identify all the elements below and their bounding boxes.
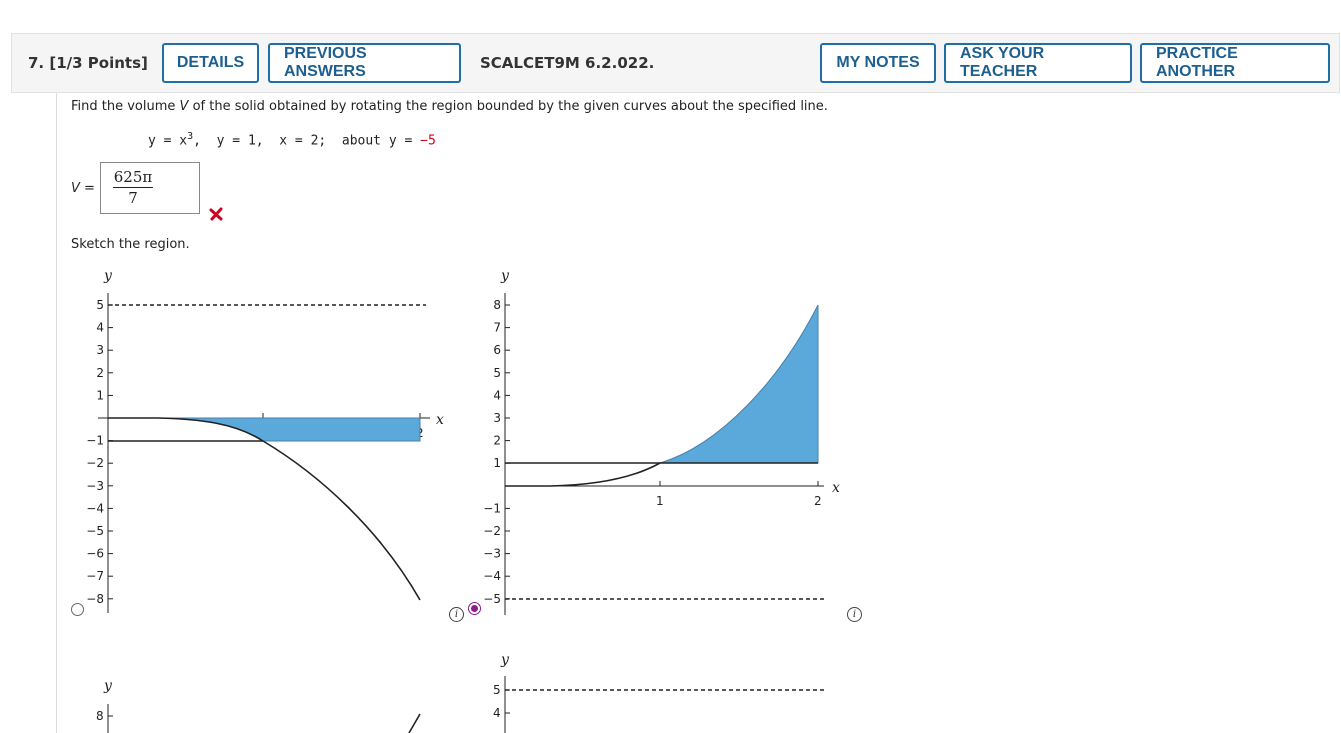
- graph-b-y-tick-label: 3: [493, 411, 501, 425]
- practice-another-button[interactable]: PRACTICE ANOTHER: [1140, 43, 1330, 83]
- answer-input[interactable]: 625π 7: [100, 162, 200, 214]
- graph-option-c: y 8: [96, 678, 421, 733]
- answer-label: V =: [71, 181, 95, 196]
- graph-b-y-tick-label: −5: [483, 592, 501, 606]
- graph-a-y-tick-label: 3: [96, 343, 104, 357]
- my-notes-button[interactable]: MY NOTES: [820, 43, 936, 83]
- graph-a-y-tick-label: −7: [86, 569, 104, 583]
- graph-b-x-tick: 2: [814, 494, 822, 508]
- graph-b-y-tick-label: 6: [493, 343, 501, 357]
- graph-a-radio[interactable]: [71, 603, 84, 616]
- ask-your-teacher-button[interactable]: ASK YOUR TEACHER: [944, 43, 1132, 83]
- graph-b-y-tick-label: 1: [493, 456, 501, 470]
- graph-c-y-tick: 8: [96, 709, 104, 723]
- graph-d-y-label: y: [500, 652, 510, 668]
- graph-a-y-tick-label: −8: [86, 592, 104, 606]
- graph-c-cubic-curve: [408, 713, 421, 733]
- graph-b-y-tick-label: −2: [483, 524, 501, 538]
- info-icon[interactable]: i: [847, 607, 862, 622]
- graph-b-y-tick-label: 2: [493, 434, 501, 448]
- answer-fraction: 625π 7: [113, 168, 153, 207]
- graph-a-y-tick-label: 5: [96, 298, 104, 312]
- graph-a-y-tick-label: 2: [96, 366, 104, 380]
- graph-a-cubic-curve: [108, 417, 421, 601]
- question-points: [1/3 Points]: [49, 54, 148, 72]
- graph-d-y-tick: 5: [493, 683, 501, 697]
- graph-a-x-label: x: [436, 412, 444, 428]
- graph-b-y-tick-label: 7: [493, 321, 501, 335]
- graph-b-y-tick-label: −4: [483, 569, 501, 583]
- graph-b-cubic-curve: [505, 462, 661, 487]
- x-mark-icon: [209, 207, 223, 221]
- answer-denominator: 7: [128, 189, 138, 207]
- question-number: 7.: [28, 54, 45, 72]
- graph-b-region: [659, 304, 819, 464]
- graph-a-y-ticks: 5 4 3 2 1 −1 −2 −3 −4 −5 −6 −7 −8: [86, 298, 113, 606]
- source-label: SCALCET9M 6.2.022.: [480, 54, 655, 72]
- graph-a-region: [108, 417, 421, 442]
- graph-c-y-label: y: [103, 678, 113, 694]
- graph-b-y-tick-label: 4: [493, 388, 501, 402]
- graph-b-y-ticks: 8 7 6 5 4 3 2 1 −1 −2 −3 −4 −5: [483, 298, 510, 606]
- graph-b-x-tick: 1: [656, 494, 664, 508]
- graph-a-y-label: y: [103, 268, 113, 284]
- graph-a-y-tick-label: −6: [86, 547, 104, 561]
- graph-b-y-tick-label: −1: [483, 501, 501, 515]
- graph-b-y-tick-label: −3: [483, 547, 501, 561]
- graph-b-y-label: y: [500, 268, 510, 284]
- graph-b-radio[interactable]: [468, 602, 481, 615]
- previous-answers-button[interactable]: PREVIOUS ANSWERS: [268, 43, 461, 83]
- graph-a-y-tick-label: 4: [96, 321, 104, 335]
- graph-a-y-tick-label: −4: [86, 501, 104, 515]
- info-icon[interactable]: i: [449, 607, 464, 622]
- graph-d-y-tick: 4: [493, 706, 501, 720]
- graph-option-d: y 5 4: [493, 652, 824, 733]
- graph-a-y-tick-label: −3: [86, 479, 104, 493]
- graph-a-y-tick-label: 1: [96, 388, 104, 402]
- question-header: 7. [1/3 Points] DETAILS PREVIOUS ANSWERS…: [11, 33, 1340, 93]
- graph-a-y-tick-label: −1: [86, 434, 104, 448]
- graph-b-x-label: x: [832, 480, 840, 496]
- problem-equation: y = x3, y = 1, x = 2; about y = −5: [148, 131, 436, 149]
- graph-a-y-tick-label: −2: [86, 456, 104, 470]
- graph-a-y-tick-label: −5: [86, 524, 104, 538]
- question-label: 7. [1/3 Points]: [28, 54, 148, 72]
- graph-b-y-tick-label: 5: [493, 366, 501, 380]
- details-button[interactable]: DETAILS: [162, 43, 259, 83]
- graph-option-a: y x 5 4 3 2 1 −1 −2 −3 −4 −5 −6 −7 −8 1 2: [86, 268, 444, 613]
- graph-b-y-tick-label: 8: [493, 298, 501, 312]
- sketch-prompt: Sketch the region.: [71, 237, 190, 252]
- answer-numerator: 625π: [113, 168, 153, 188]
- graph-option-b: y x 8 7 6 5 4 3 2 1 −1 −2 −3 −4 −5 1 2: [483, 268, 840, 615]
- problem-prompt: Find the volume V of the solid obtained …: [71, 99, 828, 114]
